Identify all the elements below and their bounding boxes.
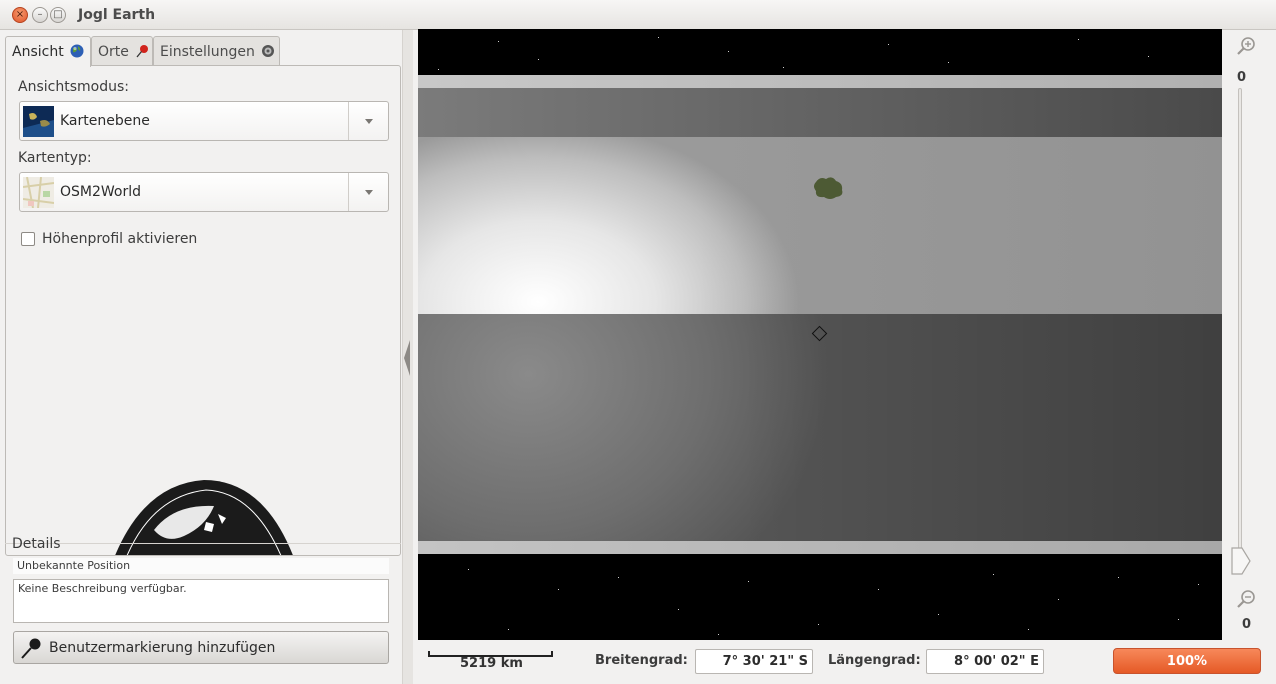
- collapse-arrow-icon[interactable]: [404, 340, 410, 376]
- zoom-slider-track[interactable]: [1238, 88, 1242, 558]
- position-field: Unbekannte Position: [13, 558, 389, 574]
- chevron-down-icon[interactable]: [348, 173, 388, 211]
- status-bar: 5219 km Breitengrad: 7° 30' 21" S Längen…: [418, 644, 1276, 680]
- zoom-top-value: 0: [1237, 70, 1247, 85]
- window-maximize-button[interactable]: □: [50, 7, 66, 23]
- elevation-checkbox[interactable]: [21, 232, 35, 246]
- map-type-label: Kartentyp:: [18, 150, 92, 166]
- zoom-out-icon[interactable]: [1235, 588, 1257, 610]
- globe-icon: [70, 44, 84, 58]
- map-type-value: OSM2World: [60, 184, 142, 200]
- map-band: [418, 314, 1222, 541]
- tab-pane-ansicht: Ansichtsmodus: Kartenebene Kartentyp: OS…: [5, 65, 401, 556]
- pin-icon: [136, 45, 149, 58]
- add-user-marker-label: Benutzermarkierung hinzufügen: [49, 640, 276, 656]
- details-header: Details: [12, 536, 61, 552]
- tab-einstellungen[interactable]: Einstellungen: [153, 36, 280, 66]
- longitude-label: Längengrad:: [828, 653, 921, 668]
- tab-orte-label: Orte: [98, 44, 129, 60]
- vegetation-patch: [814, 177, 843, 199]
- pin-icon: [21, 638, 41, 659]
- tab-einstellungen-label: Einstellungen: [160, 44, 255, 60]
- zoom-slider-thumb[interactable]: [1230, 546, 1252, 576]
- chevron-down-icon[interactable]: [348, 102, 388, 140]
- map-band: [418, 75, 1222, 88]
- latitude-label: Breitengrad:: [595, 653, 688, 668]
- tab-orte[interactable]: Orte: [91, 36, 153, 66]
- map-band: [418, 541, 1222, 554]
- street-map-icon: [23, 177, 54, 208]
- gear-icon: [262, 45, 275, 57]
- map-type-dropdown[interactable]: OSM2World: [19, 172, 389, 212]
- map-band: [418, 88, 1222, 137]
- loading-progress-bar: 100%: [1113, 648, 1261, 674]
- view-mode-label: Ansichtsmodus:: [18, 79, 129, 95]
- window-titlebar: × – □ Jogl Earth: [0, 0, 1276, 30]
- zoom-in-icon[interactable]: [1235, 35, 1257, 57]
- tab-ansicht-label: Ansicht: [12, 44, 64, 60]
- view-mode-value: Kartenebene: [60, 113, 150, 129]
- zoom-bottom-value: 0: [1242, 617, 1252, 632]
- map-layer-icon: [23, 106, 54, 137]
- map-view[interactable]: [418, 29, 1222, 640]
- view-mode-dropdown[interactable]: Kartenebene: [19, 101, 389, 141]
- add-user-marker-button[interactable]: Benutzermarkierung hinzufügen: [13, 631, 389, 664]
- scale-label: 5219 km: [460, 656, 523, 671]
- longitude-field[interactable]: 8° 00' 02" E: [926, 649, 1044, 674]
- description-field[interactable]: Keine Beschreibung verfügbar.: [13, 579, 389, 623]
- window-close-button[interactable]: ×: [12, 7, 28, 23]
- tab-ansicht[interactable]: Ansicht: [5, 36, 91, 67]
- window-minimize-button[interactable]: –: [32, 7, 48, 23]
- map-band: [418, 137, 1222, 314]
- latitude-field[interactable]: 7° 30' 21" S: [695, 649, 813, 674]
- left-panel: Ansicht Orte Einstellungen Ansichtsmodus…: [0, 30, 408, 684]
- window-title: Jogl Earth: [78, 7, 156, 23]
- elevation-checkbox-label[interactable]: Höhenprofil aktivieren: [42, 231, 197, 247]
